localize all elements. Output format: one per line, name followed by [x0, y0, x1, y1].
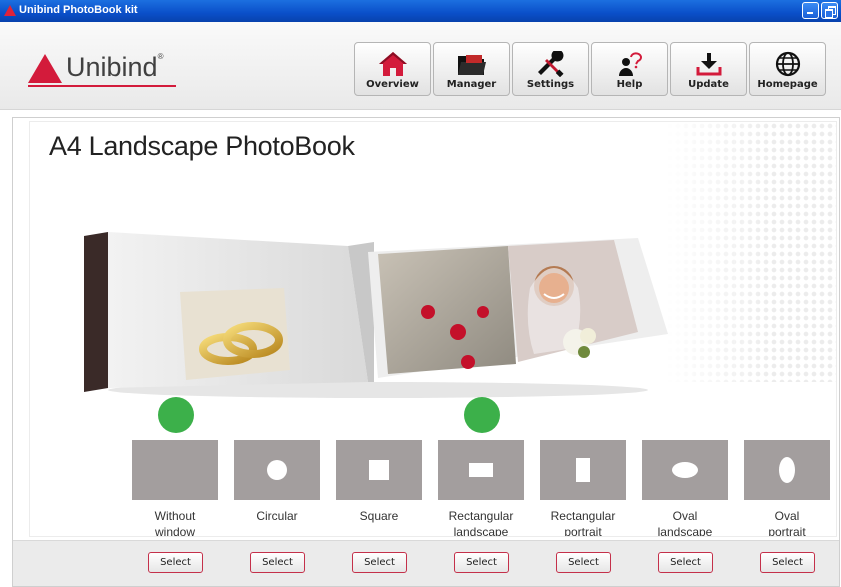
app-header: Unibind® Overview Manager Settings Help …: [0, 22, 841, 110]
oval-landscape-window-icon: [672, 462, 698, 478]
option-label: Oval portrait: [768, 509, 806, 537]
update-button[interactable]: Update: [670, 42, 747, 96]
thumb-oval-portrait[interactable]: [744, 440, 830, 500]
help-person-icon: [592, 51, 667, 77]
home-icon: [355, 51, 430, 77]
selected-indicator-without-window: [158, 397, 194, 433]
logo-registered-mark: ®: [157, 52, 164, 61]
option-oval-portrait[interactable]: Oval portrait: [744, 440, 830, 537]
logo-triangle-icon: [28, 54, 62, 83]
option-without-window[interactable]: Without window: [132, 440, 218, 537]
manager-button[interactable]: Manager: [433, 42, 510, 96]
square-window-icon: [369, 460, 389, 480]
decorative-dot-pattern: [666, 122, 836, 382]
logo-underline: [28, 85, 176, 87]
main-panel: A4 Landscape PhotoBook Without window Ci…: [12, 117, 840, 587]
wrench-icon: [513, 51, 588, 77]
select-button-without-window[interactable]: Select: [148, 552, 203, 573]
page-title: A4 Landscape PhotoBook: [49, 131, 355, 161]
option-label: Rectangular portrait: [550, 509, 616, 537]
product-panel: A4 Landscape PhotoBook Without window Ci…: [29, 121, 837, 537]
option-rectangular-portrait[interactable]: Rectangular portrait: [540, 440, 626, 537]
thumb-rectangular-landscape[interactable]: [438, 440, 524, 500]
thumb-rectangular-portrait[interactable]: [540, 440, 626, 500]
manager-label: Manager: [446, 79, 497, 90]
option-circular[interactable]: Circular: [234, 440, 320, 524]
homepage-label: Homepage: [757, 79, 818, 90]
select-button-oval-portrait[interactable]: Select: [760, 552, 815, 573]
thumb-without-window[interactable]: [132, 440, 218, 500]
option-oval-landscape[interactable]: Oval landscape: [642, 440, 728, 537]
overview-label: Overview: [366, 79, 419, 90]
overview-button[interactable]: Overview: [354, 42, 431, 96]
help-label: Help: [616, 79, 643, 90]
circular-window-icon: [267, 460, 287, 480]
option-label: Oval landscape: [657, 509, 713, 537]
option-rectangular-landscape[interactable]: Rectangular landscape: [438, 440, 524, 537]
thumb-square[interactable]: [336, 440, 422, 500]
settings-button[interactable]: Settings: [512, 42, 589, 96]
option-label: Rectangular landscape: [448, 509, 514, 537]
folder-icon: [434, 51, 509, 77]
select-button-rectangular-portrait[interactable]: Select: [556, 552, 611, 573]
photobook-preview-image: [84, 232, 668, 398]
window-title: Unibind PhotoBook kit: [19, 4, 138, 16]
globe-icon: [750, 51, 825, 77]
select-button-square[interactable]: Select: [352, 552, 407, 573]
rectangular-landscape-window-icon: [469, 463, 493, 477]
help-button[interactable]: Help: [591, 42, 668, 96]
select-button-oval-landscape[interactable]: Select: [658, 552, 713, 573]
app-logo-icon: [4, 5, 16, 16]
thumb-oval-landscape[interactable]: [642, 440, 728, 500]
download-icon: [671, 51, 746, 77]
window-titlebar[interactable]: Unibind PhotoBook kit: [0, 0, 841, 22]
homepage-button[interactable]: Homepage: [749, 42, 826, 96]
minimize-button[interactable]: [802, 2, 819, 19]
option-square[interactable]: Square: [336, 440, 422, 524]
select-button-circular[interactable]: Select: [250, 552, 305, 573]
option-label: Square: [359, 509, 399, 523]
oval-portrait-window-icon: [779, 457, 795, 483]
option-label: Circular: [256, 509, 298, 523]
settings-label: Settings: [526, 79, 575, 90]
select-button-bar: Select Select Select Select Select Selec…: [13, 540, 839, 586]
select-button-rectangular-landscape[interactable]: Select: [454, 552, 509, 573]
restore-button[interactable]: [821, 2, 838, 19]
selected-indicator-rectangular-landscape: [464, 397, 500, 433]
rectangular-portrait-window-icon: [576, 458, 590, 482]
logo-text: Unibind: [66, 52, 158, 82]
update-label: Update: [688, 79, 729, 90]
option-label: Without window: [154, 509, 196, 537]
thumb-circular[interactable]: [234, 440, 320, 500]
